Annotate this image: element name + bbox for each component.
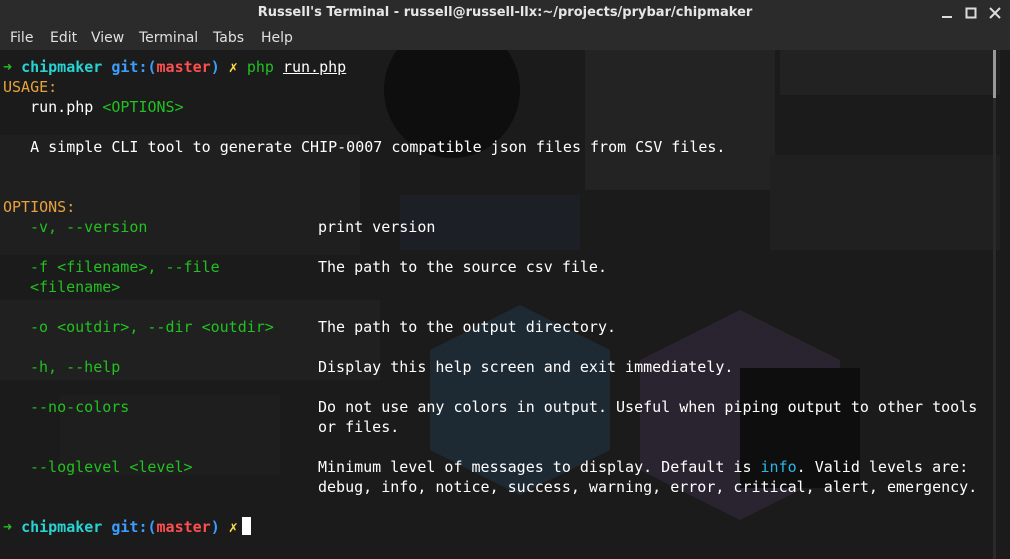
- loglevel-default: info: [760, 458, 797, 476]
- prompt-dirty-marker: ✗: [228, 518, 238, 536]
- close-icon: [989, 7, 1001, 19]
- option-row-continuation: or files.: [3, 417, 988, 437]
- usage-line: run.php <OPTIONS>: [3, 97, 988, 117]
- loglevel-desc-pre: Minimum level of messages to display. De…: [318, 458, 761, 476]
- menu-file[interactable]: File: [10, 30, 33, 46]
- scrollbar-thumb[interactable]: [993, 50, 996, 98]
- option-description-continuation: or files.: [318, 418, 400, 436]
- prompt-branch: master: [156, 58, 211, 76]
- option-row: -o <outdir>, --dir <outdir> The path to …: [3, 317, 988, 337]
- minimize-button[interactable]: [938, 4, 956, 22]
- option-row: -f <filename>, --file The path to the so…: [3, 257, 988, 277]
- option-description: The path to the source csv file.: [318, 258, 607, 276]
- option-name: --loglevel <level>: [30, 458, 193, 476]
- option-name: -o <outdir>, --dir <outdir>: [30, 318, 274, 336]
- prompt-git-prefix: git:(: [111, 58, 157, 76]
- minimize-icon: [942, 16, 952, 18]
- usage-description-line: A simple CLI tool to generate CHIP-0007 …: [3, 137, 988, 157]
- prompt-directory: chipmaker: [21, 518, 103, 536]
- prompt-arrow: ➜: [3, 518, 13, 536]
- prompt-dirty-marker: ✗: [228, 58, 238, 76]
- menu-terminal[interactable]: Terminal: [139, 30, 198, 46]
- option-row-continuation: debug, info, notice, success, warning, e…: [3, 477, 988, 497]
- close-button[interactable]: [986, 4, 1004, 22]
- loglevel-desc-post: . Valid levels are:: [796, 458, 969, 476]
- prompt-git-suffix: ): [210, 58, 220, 76]
- maximize-icon: [965, 7, 977, 19]
- menu-tabs[interactable]: Tabs: [213, 30, 244, 46]
- usage-header: USAGE:: [3, 78, 58, 96]
- prompt-directory: chipmaker: [21, 58, 103, 76]
- option-name: -f <filename>, --file: [30, 258, 220, 276]
- usage-options-token: <OPTIONS>: [102, 98, 184, 116]
- option-name: -h, --help: [30, 358, 121, 376]
- maximize-button[interactable]: [962, 4, 980, 22]
- text-cursor[interactable]: [241, 517, 251, 535]
- option-row: --no-colors Do not use any colors in out…: [3, 397, 988, 417]
- menu-edit[interactable]: Edit: [50, 30, 77, 46]
- terminal-scrollbar[interactable]: [993, 50, 996, 559]
- option-description: Do not use any colors in output. Useful …: [318, 398, 978, 416]
- active-prompt-line[interactable]: ➜ chipmaker git:(master) ✗: [3, 517, 988, 537]
- menu-help[interactable]: Help: [261, 30, 293, 46]
- option-description: print version: [318, 218, 436, 236]
- window-titlebar[interactable]: Russell's Terminal - russell@russell-llx…: [0, 0, 1010, 28]
- option-name-continuation: <filename>: [30, 278, 121, 296]
- terminal-area[interactable]: ➜ chipmaker git:(master) ✗ php run.php U…: [0, 50, 1010, 559]
- usage-description: A simple CLI tool to generate CHIP-0007 …: [30, 138, 726, 156]
- command-name: php: [246, 58, 274, 76]
- option-description: Minimum level of messages to display. De…: [318, 457, 968, 477]
- option-description: The path to the output directory.: [318, 318, 617, 336]
- prompt-arrow: ➜: [3, 58, 13, 76]
- option-name: --no-colors: [30, 398, 130, 416]
- window-title: Russell's Terminal - russell@russell-llx…: [257, 5, 753, 20]
- option-row-continuation: <filename>: [3, 277, 988, 297]
- menu-view[interactable]: View: [91, 30, 124, 46]
- option-row: -v, --version print version: [3, 217, 988, 237]
- terminal-output: ➜ chipmaker git:(master) ✗ php run.php U…: [3, 57, 988, 537]
- prompt-branch: master: [156, 518, 211, 536]
- option-description: Display this help screen and exit immedi…: [318, 358, 734, 376]
- option-row: --loglevel <level> Minimum level of mess…: [3, 457, 988, 477]
- menu-bar: File Edit View Terminal Tabs Help: [0, 28, 1010, 50]
- command-prompt-line: ➜ chipmaker git:(master) ✗ php run.php: [3, 57, 988, 77]
- options-header: OPTIONS:: [3, 198, 76, 216]
- prompt-git-suffix: ): [210, 518, 220, 536]
- option-name: -v, --version: [30, 218, 148, 236]
- option-description-continuation: debug, info, notice, success, warning, e…: [318, 478, 978, 496]
- option-row: -h, --help Display this help screen and …: [3, 357, 988, 377]
- prompt-git-prefix: git:(: [111, 518, 157, 536]
- command-argument: run.php: [282, 58, 347, 76]
- usage-script: run.php: [30, 98, 94, 116]
